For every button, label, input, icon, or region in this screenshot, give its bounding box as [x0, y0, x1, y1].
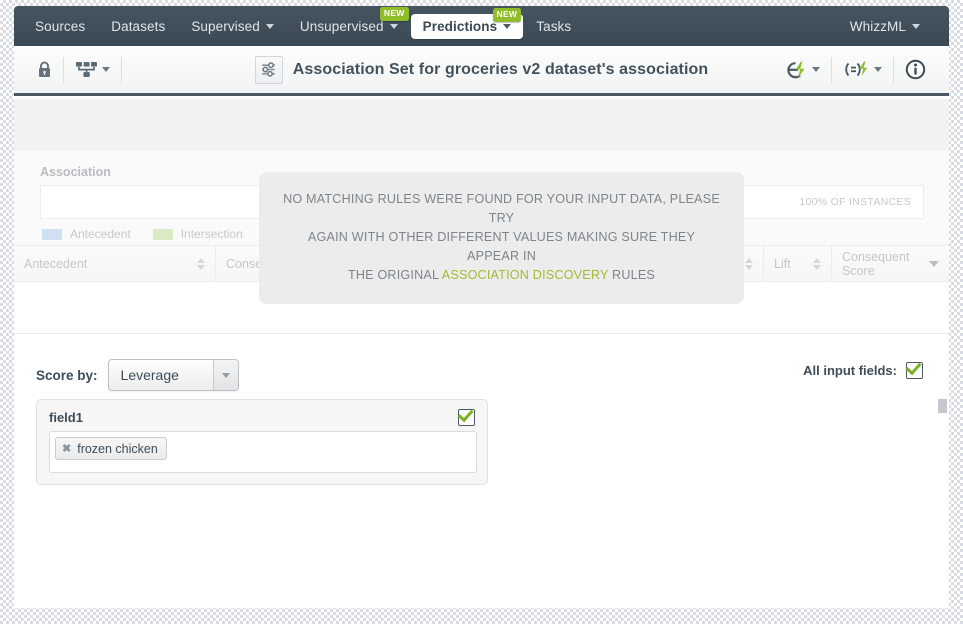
chevron-down-icon [102, 67, 110, 72]
score-by-label: Score by: [36, 367, 98, 383]
nav-item-sources[interactable]: Sources [22, 13, 98, 40]
column-header-lift[interactable]: Lift [764, 246, 832, 281]
close-icon[interactable]: ✖ [62, 442, 71, 455]
nav-label: Unsupervised [299, 18, 384, 34]
batch-prediction-icon [783, 60, 809, 80]
score-by-row: Score by: Leverage [36, 359, 239, 391]
nav-label: Sources [35, 18, 86, 34]
column-label: Lift [774, 256, 791, 271]
info-button[interactable] [894, 55, 937, 85]
page-title: Association Set for groceries v2 dataset… [292, 60, 709, 78]
chevron-down-icon [874, 67, 882, 72]
new-badge: NEW [492, 7, 522, 22]
nav-right: WhizzML [837, 6, 933, 46]
nav-items: Sources Datasets Supervised Unsupervised… [22, 6, 584, 46]
nav-label: Tasks [536, 18, 572, 34]
association-discovery-link[interactable]: ASSOCIATION DISCOVERY [442, 268, 609, 282]
account-label: WhizzML [849, 18, 906, 34]
score-by-value: Leverage [120, 367, 179, 383]
chevron-down-icon [503, 23, 512, 29]
prediction-form: Score by: Leverage All input fields: fie… [14, 335, 949, 608]
no-results-line-3-pre: THE ORIGINAL [347, 268, 442, 282]
sort-icon [745, 257, 753, 270]
no-results-line-2: AGAIN WITH OTHER DIFFERENT VALUES MAKING… [307, 230, 696, 263]
scrollbar-thumb[interactable] [938, 399, 947, 413]
nav-item-account-whizzml[interactable]: WhizzML [837, 13, 933, 40]
chevron-down-icon [389, 23, 398, 29]
score-by-select[interactable]: Leverage [107, 359, 239, 391]
no-results-message: NO MATCHING RULES WERE FOUND FOR YOUR IN… [259, 172, 744, 304]
top-navigation-bar: Sources Datasets Supervised Unsupervised… [14, 6, 949, 46]
association-set-icon [254, 55, 283, 84]
no-results-line-1: NO MATCHING RULES WERE FOUND FOR YOUR IN… [283, 192, 720, 225]
lock-icon [37, 61, 52, 78]
nav-item-tasks[interactable]: Tasks [523, 13, 584, 40]
main-content: Association 100% OF INSTANCES Antecedent… [14, 99, 949, 608]
no-results-line-3: THE ORIGINAL ASSOCIATION DISCOVERY RULES [281, 266, 722, 285]
column-label: Antecedent [24, 256, 88, 271]
input-field-card: field1 ✖ frozen chicken [36, 399, 488, 485]
application-window: Sources Datasets Supervised Unsupervised… [14, 6, 949, 608]
tree-icon [75, 61, 99, 79]
nav-item-datasets[interactable]: Datasets [98, 13, 178, 40]
chevron-down-icon [212, 360, 238, 390]
legend-item-antecedent: Antecedent [42, 227, 131, 241]
resource-tree-button[interactable] [64, 55, 121, 85]
column-label: Consequent Score [842, 249, 910, 278]
instances-label: 100% OF INSTANCES [799, 196, 911, 208]
field-enabled-checkbox[interactable] [458, 409, 475, 426]
chevron-down-icon [265, 23, 274, 29]
field-name-label: field1 [49, 410, 83, 425]
resource-header-bar: Association Set for groceries v2 dataset… [14, 46, 949, 96]
new-badge: NEW [379, 6, 409, 21]
resource-right-tools [772, 46, 937, 93]
sort-icon [197, 257, 205, 270]
nav-item-unsupervised[interactable]: Unsupervised NEW [287, 6, 411, 40]
nav-label: Predictions [422, 18, 498, 34]
nav-item-predictions[interactable]: Predictions NEW [410, 7, 524, 39]
legend-item-intersection: Intersection [152, 227, 243, 241]
sort-desc-icon [929, 260, 939, 267]
nav-label: Supervised [191, 18, 260, 34]
association-panel-label: Association [40, 165, 111, 179]
evaluation-button[interactable] [832, 55, 893, 85]
privacy-lock-button[interactable] [26, 55, 63, 85]
evaluation-icon [843, 60, 871, 80]
sort-icon [813, 257, 821, 270]
toolbar-divider [121, 56, 122, 83]
legend-label: Intersection [180, 227, 243, 241]
nav-label: Datasets [111, 18, 166, 34]
field-token-input[interactable]: ✖ frozen chicken [49, 431, 477, 473]
token-label: frozen chicken [77, 441, 158, 456]
column-header-antecedent[interactable]: Antecedent [14, 246, 216, 281]
legend-swatch-antecedent [42, 228, 62, 240]
legend-label: Antecedent [70, 227, 131, 241]
batch-prediction-button[interactable] [772, 55, 831, 85]
all-input-fields-row: All input fields: [803, 362, 923, 379]
chevron-down-icon [812, 67, 820, 72]
legend-swatch-intersection [152, 228, 173, 240]
nav-item-supervised[interactable]: Supervised [178, 13, 287, 40]
resource-left-tools [26, 46, 122, 93]
info-icon [905, 59, 926, 80]
value-token[interactable]: ✖ frozen chicken [55, 437, 167, 460]
all-input-fields-label: All input fields: [803, 363, 897, 378]
column-header-consequent-score[interactable]: Consequent Score [832, 246, 949, 281]
chevron-down-icon [912, 23, 920, 29]
content-top-band [14, 99, 949, 151]
no-results-line-3-post: RULES [608, 268, 656, 282]
all-input-fields-checkbox[interactable] [906, 362, 923, 379]
